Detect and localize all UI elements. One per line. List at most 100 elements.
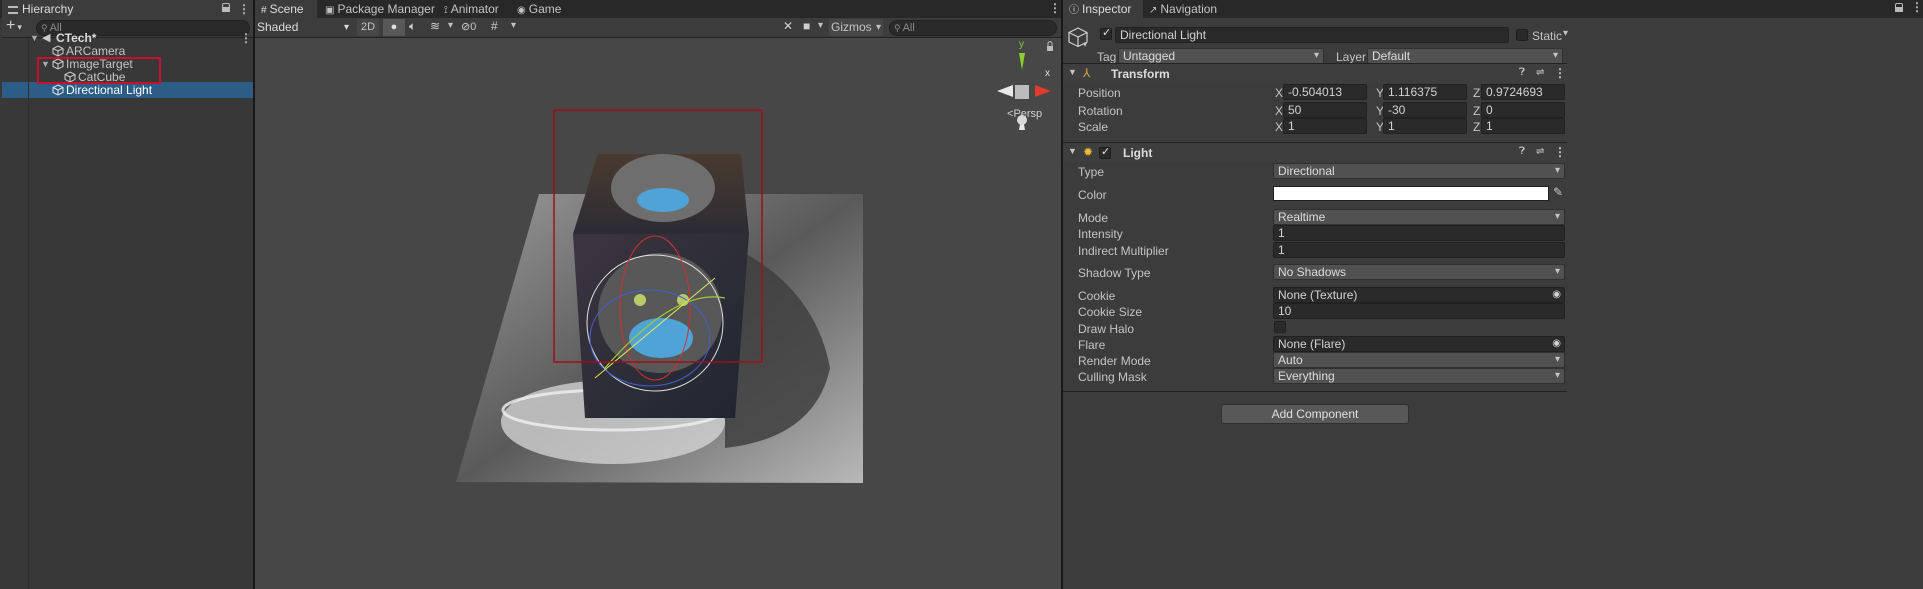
tab-scene-label: Scene	[269, 2, 304, 16]
layer-dropdown[interactable]: Default	[1367, 48, 1563, 64]
components-divider	[1063, 391, 1567, 392]
gizmo-center-cube[interactable]	[1015, 85, 1029, 99]
highlight-annotation-box	[37, 57, 161, 84]
cookie-value: None (Texture)	[1278, 288, 1358, 302]
object-picker-icon[interactable]: ◉	[1552, 337, 1561, 351]
tab-package-manager-label: Package Manager	[337, 2, 435, 16]
mode-dropdown[interactable]: Realtime	[1273, 209, 1565, 225]
lock-icon[interactable]	[222, 3, 230, 12]
camera-icon[interactable]: ■	[803, 19, 810, 33]
tag-dropdown[interactable]: Untagged	[1118, 48, 1324, 64]
static-checkbox[interactable]	[1516, 29, 1528, 41]
tab-inspector-label: Inspector	[1082, 2, 1132, 16]
rotation-z-field[interactable]: 0	[1481, 102, 1565, 118]
tag-value: Untagged	[1123, 49, 1176, 63]
chevron-down-icon[interactable]: ▾	[448, 20, 453, 31]
axis-x-cone[interactable]	[1035, 85, 1051, 97]
presets-icon[interactable]: ⇌	[1536, 67, 1544, 78]
lighting-toggle-button[interactable]: ●	[383, 19, 405, 36]
axis-x-label: X	[1275, 86, 1284, 100]
presets-icon[interactable]: ⇌	[1536, 146, 1544, 157]
help-icon[interactable]: ❓︎	[1519, 146, 1525, 157]
chevron-down-icon[interactable]: ▾	[818, 20, 823, 31]
flare-value: None (Flare)	[1278, 337, 1346, 351]
gizmos-dropdown[interactable]: Gizmos ▾	[829, 19, 883, 36]
color-swatch[interactable]	[1273, 186, 1549, 201]
scene-viewport[interactable]: y x <Persp	[255, 38, 1061, 589]
shading-mode-dropdown[interactable]: Shaded ▾	[257, 19, 353, 36]
scale-z-value: 1	[1486, 119, 1493, 133]
culling-mask-dropdown[interactable]: Everything	[1273, 368, 1565, 384]
perspective-label[interactable]: <Persp	[1007, 108, 1042, 120]
inspector-panel: ⓘInspector ↗Navigation ⋮ ▾ Directional L…	[1063, 0, 1923, 589]
position-y-field[interactable]: 1.116375	[1383, 84, 1467, 100]
object-picker-icon[interactable]: ◉	[1552, 288, 1561, 302]
flare-object-field[interactable]: None (Flare) ◉	[1273, 336, 1565, 352]
hierarchy-item-directional-light[interactable]: Directional Light	[2, 82, 253, 98]
position-x-field[interactable]: -0.504013	[1283, 84, 1367, 100]
axis-neg-x-cone[interactable]	[997, 85, 1013, 97]
grid-snap-icon[interactable]: #	[491, 19, 498, 33]
tab-game-label: Game	[528, 2, 562, 16]
draw-halo-checkbox[interactable]	[1274, 321, 1286, 333]
foldout-arrow-icon[interactable]: ▼	[1068, 67, 1077, 77]
chevron-down-icon[interactable]: ▾	[511, 20, 516, 31]
cookie-object-field[interactable]: None (Texture) ◉	[1273, 287, 1565, 303]
toggle-2d-button[interactable]: 2D	[357, 19, 379, 36]
help-icon[interactable]: ❓︎	[1519, 67, 1525, 78]
intensity-field[interactable]: 1	[1273, 225, 1565, 241]
gizmo-lock-icon[interactable]	[1047, 41, 1053, 52]
indirect-multiplier-field[interactable]: 1	[1273, 242, 1565, 258]
scale-x-field[interactable]: 1	[1283, 118, 1367, 134]
lock-icon[interactable]	[1895, 3, 1903, 12]
intensity-label: Intensity	[1078, 227, 1123, 241]
scale-z-field[interactable]: 1	[1481, 118, 1565, 134]
component-menu-icon[interactable]: ⋮	[1554, 66, 1566, 80]
render-mode-dropdown[interactable]: Auto	[1273, 352, 1565, 368]
tab-hierarchy[interactable]: Hierarchy ⋮	[2, 0, 254, 18]
type-dropdown[interactable]: Directional	[1273, 163, 1565, 179]
kebab-menu-icon[interactable]: ⋮	[238, 0, 250, 18]
rotation-y-field[interactable]: -30	[1383, 102, 1467, 118]
cookie-label: Cookie	[1078, 289, 1116, 303]
kebab-menu-icon[interactable]: ⋮	[1911, 0, 1923, 14]
effects-icon[interactable]: ≋	[430, 19, 440, 33]
eye-hidden-icon: ⊘	[461, 21, 471, 33]
hidden-objects-toggle[interactable]: ⊘0	[461, 19, 487, 36]
cookie-size-field[interactable]: 10	[1273, 303, 1565, 319]
scene-search-input[interactable]: ⚲ All	[889, 20, 1057, 36]
tab-inspector[interactable]: ⓘ Inspector	[1063, 0, 1143, 18]
mask-front	[629, 318, 693, 358]
transform-header[interactable]: ▼ ⅄ Transform ❓︎ ⇌ ⋮	[1063, 63, 1567, 83]
add-component-button[interactable]: Add Component	[1221, 404, 1409, 424]
position-y-value: 1.116375	[1388, 85, 1438, 99]
chevron-down-icon[interactable]: ▾	[1563, 28, 1568, 39]
light-enabled-checkbox[interactable]	[1099, 145, 1111, 159]
rotation-x-field[interactable]: 50	[1283, 102, 1367, 118]
tab-package-manager[interactable]: ▣ Package Manager	[319, 0, 441, 18]
scale-y-value: 1	[1388, 119, 1395, 133]
mode-label: Mode	[1078, 211, 1109, 225]
active-toggle-checkbox[interactable]	[1100, 26, 1112, 40]
scale-y-field[interactable]: 1	[1383, 118, 1467, 134]
shadow-type-label: Shadow Type	[1078, 266, 1151, 280]
tools-icon[interactable]: ✕	[783, 19, 793, 33]
eyedropper-icon[interactable]: ✎	[1553, 185, 1563, 199]
scene-menu-icon[interactable]: ⋮	[1049, 1, 1061, 15]
tab-animator[interactable]: ⟟ Animator	[438, 0, 505, 18]
audio-icon[interactable]: 🔈︎	[409, 19, 416, 34]
tab-scene[interactable]: # Scene	[255, 0, 317, 18]
hierarchy-panel: Hierarchy ⋮ + ▾ ⚲ All ▼ ◀ CTech* ⋮ ARCamer…	[0, 0, 254, 589]
shadow-type-dropdown[interactable]: No Shadows	[1273, 264, 1565, 280]
package-icon: ▣	[325, 5, 335, 16]
chevron-down-icon[interactable]: ▾	[1083, 40, 1087, 49]
object-name-field[interactable]: Directional Light	[1115, 27, 1509, 43]
tab-navigation[interactable]: ↗ Navigation	[1143, 0, 1223, 18]
position-z-field[interactable]: 0.9724693	[1481, 84, 1565, 100]
light-header[interactable]: ▼ ✹ Light ❓︎ ⇌ ⋮	[1063, 142, 1567, 162]
tab-game[interactable]: ◉ Game	[511, 0, 567, 18]
foldout-arrow-icon[interactable]: ▼	[1068, 146, 1077, 156]
component-menu-icon[interactable]: ⋮	[1554, 145, 1566, 159]
axis-y-cone[interactable]	[1019, 53, 1025, 70]
cat-eye-left	[634, 294, 646, 306]
